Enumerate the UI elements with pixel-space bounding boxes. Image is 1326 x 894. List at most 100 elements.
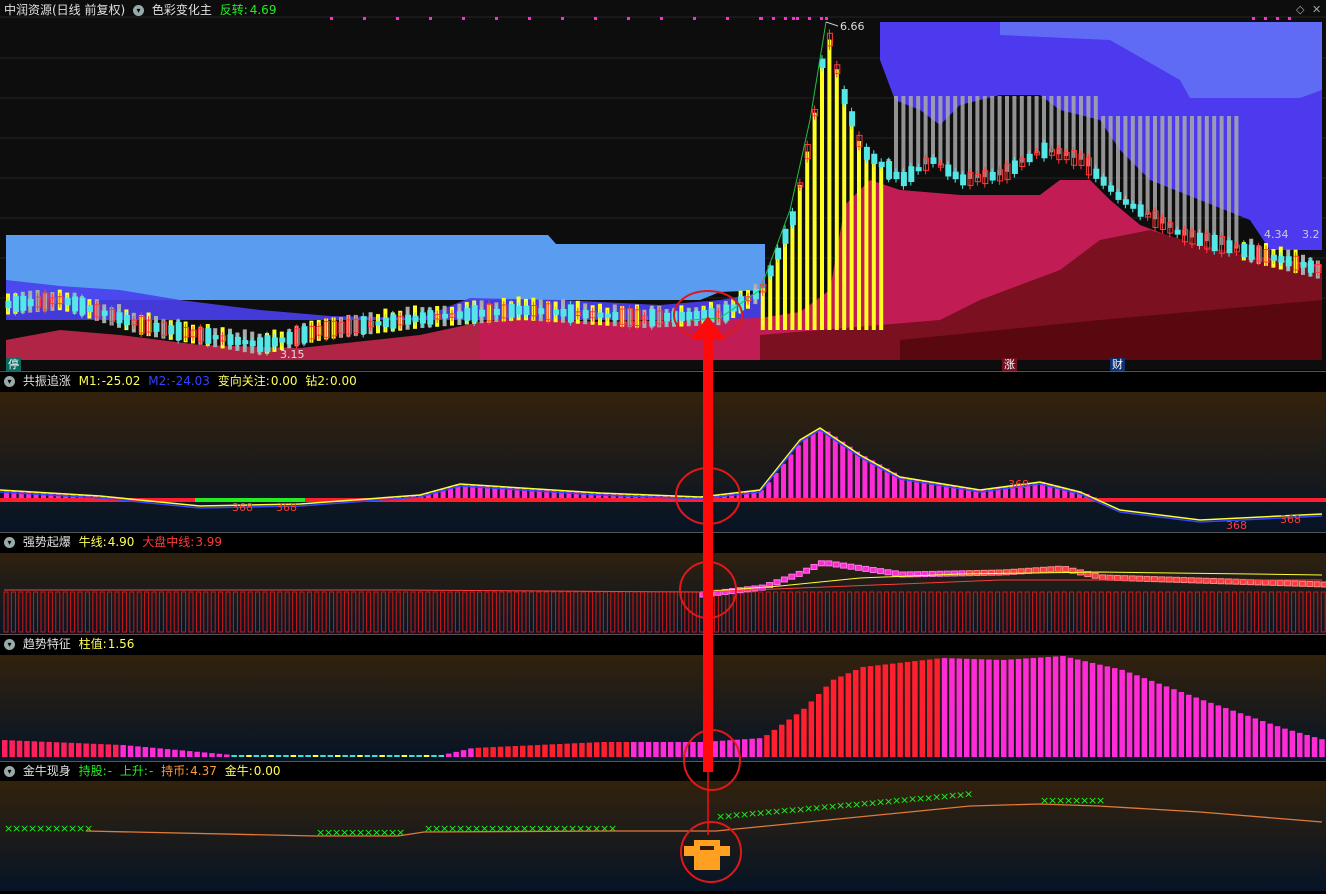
trend-histogram-bar — [283, 755, 289, 757]
indicator-name[interactable]: 色彩变化主 — [152, 3, 212, 17]
marker-label: 368 — [276, 501, 297, 514]
main-panel-header: 中润资源(日线 前复权) ▾ 色彩变化主 反转:4.69 — [4, 2, 280, 18]
trend-histogram-bar — [1230, 711, 1236, 757]
chevron-down-icon[interactable]: ▾ — [4, 537, 15, 548]
trend-histogram-bar — [779, 725, 785, 757]
strength-block — [1255, 580, 1261, 585]
chevron-down-icon[interactable]: ▾ — [133, 5, 144, 16]
candle-body — [21, 296, 26, 310]
trend-histogram-bar — [520, 746, 526, 757]
gray-bar — [975, 96, 979, 178]
strength-block — [996, 570, 1002, 575]
oscillator-bar — [544, 489, 549, 498]
panel-2-name[interactable]: 强势起爆 — [23, 535, 71, 549]
panel-1-name[interactable]: 共振追涨 — [23, 374, 71, 388]
trend-histogram-bar — [1238, 713, 1244, 757]
chevron-down-icon[interactable]: ▾ — [4, 766, 15, 777]
close-icon[interactable]: ✕ — [1312, 3, 1321, 16]
oscillator-bar — [4, 490, 9, 498]
candle-body — [65, 298, 70, 304]
panel-4-name[interactable]: 金牛现身 — [23, 764, 71, 778]
strength-block — [1270, 580, 1276, 585]
oscillator-bar — [840, 442, 845, 498]
candle-body — [169, 326, 174, 334]
top-signal-dot — [429, 17, 432, 20]
strength-block — [833, 562, 839, 567]
trend-histogram-bar — [794, 714, 800, 757]
trend-histogram-bar — [742, 739, 748, 757]
oscillator-bar — [803, 438, 808, 498]
trend-histogram-bar — [231, 755, 237, 757]
panel-3-name[interactable]: 趋势特征 — [23, 637, 71, 651]
oscillator-bar — [552, 490, 557, 498]
trend-histogram-bar — [1223, 708, 1229, 757]
cross-mark: × — [964, 788, 973, 801]
yellow-bar — [813, 113, 817, 330]
stock-title: 中润资源(日线 前复权) — [4, 3, 125, 17]
panel-3-header: ▾ 趋势特征 柱值:1.56 — [4, 636, 138, 652]
strength-block — [974, 571, 980, 576]
trend-histogram-bar — [1134, 675, 1140, 757]
trend-histogram-bar — [801, 709, 807, 757]
gray-bar — [1234, 116, 1238, 249]
trend-histogram-bar — [809, 701, 815, 757]
trend-histogram-bar — [69, 743, 75, 757]
diamond-icon[interactable]: ◇ — [1296, 3, 1304, 16]
strength-block — [1285, 581, 1291, 586]
trend-histogram-bar — [757, 738, 763, 757]
trend-histogram-bar — [631, 742, 637, 757]
gray-bar — [1190, 116, 1194, 238]
top-signal-dot — [726, 17, 729, 20]
trend-histogram-bar — [1068, 658, 1074, 757]
candle-body — [280, 338, 285, 342]
trend-histogram-bar — [409, 755, 415, 757]
trend-histogram-bar — [934, 659, 940, 757]
trend-histogram-bar — [513, 746, 519, 757]
trend-histogram-bar — [365, 755, 371, 757]
m2-label: M2: — [148, 374, 170, 388]
candle-body — [391, 315, 396, 328]
trend-histogram-bar — [83, 743, 89, 757]
gray-bar — [1131, 116, 1135, 206]
trend-histogram-bar — [712, 741, 718, 757]
candle-body — [509, 304, 514, 317]
candle-body — [258, 338, 263, 352]
oscillator-bar — [788, 455, 793, 499]
strength-block — [804, 568, 810, 573]
halt-badge[interactable]: 停 — [6, 358, 21, 371]
gray-bar — [968, 96, 972, 179]
candle-body — [783, 229, 788, 243]
gray-bar — [990, 96, 994, 176]
candle-body — [443, 314, 448, 317]
strength-block — [789, 574, 795, 579]
trend-histogram-bar — [1275, 726, 1281, 757]
candle-body — [946, 165, 951, 176]
top-signal-dot — [1252, 17, 1255, 20]
chevron-down-icon[interactable]: ▾ — [4, 376, 15, 387]
gray-bar — [1227, 116, 1231, 247]
trend-histogram-bar — [39, 742, 45, 757]
panel-divider — [0, 634, 1326, 635]
rise-badge[interactable]: 涨 — [1002, 358, 1017, 371]
chevron-down-icon[interactable]: ▾ — [4, 639, 15, 650]
candle-body — [1279, 257, 1284, 263]
strength-block — [781, 577, 787, 582]
trend-histogram-bar — [209, 753, 215, 757]
trend-histogram-bar — [1297, 733, 1303, 757]
panel-3-header-bar — [0, 635, 1326, 655]
candle-body — [583, 311, 588, 318]
trend-histogram-bar — [772, 730, 778, 757]
top-signal-dot — [627, 17, 630, 20]
trend-histogram-bar — [268, 755, 274, 757]
candle-body — [687, 312, 692, 320]
candle-body — [790, 212, 795, 225]
strength-block — [1314, 582, 1320, 587]
top-signal-dot — [820, 17, 823, 20]
candle-body — [879, 162, 884, 166]
trend-histogram-bar — [1253, 718, 1259, 757]
trend-histogram-bar — [816, 694, 822, 757]
finance-badge[interactable]: 财 — [1110, 358, 1125, 371]
trend-histogram-bar — [957, 659, 963, 757]
trend-histogram-bar — [17, 741, 23, 757]
strength-block — [848, 564, 854, 569]
